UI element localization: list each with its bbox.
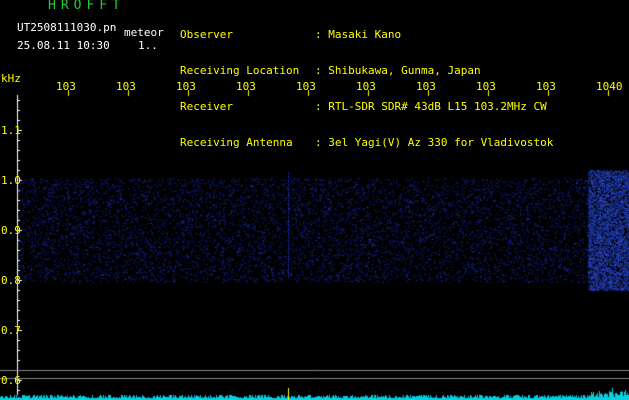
y-tick: 0.7 [1, 324, 21, 337]
y-tick: 1.0 [1, 174, 21, 187]
y-tick: 1.1 [1, 124, 21, 137]
y-tick: 0.8 [1, 274, 21, 287]
x-tick: 103 [296, 80, 316, 93]
antenna-value: : 3el Yagi(V) Az 330 for Vladivostok [315, 136, 554, 149]
location-label: Receiving Location [180, 64, 300, 77]
x-tick: 103 [56, 80, 76, 93]
x-tick: 1040 [596, 80, 623, 93]
x-tick: 103 [116, 80, 136, 93]
extra-label: 1.. [138, 39, 158, 52]
x-tick: 103 [356, 80, 376, 93]
app-title: HROFFT [48, 0, 125, 13]
x-tick: 103 [416, 80, 436, 93]
receiver-label: Receiver [180, 100, 233, 113]
filename-label: UT2508111030.pn [17, 21, 117, 34]
y-tick: 0.6 [1, 374, 21, 387]
observer-value: : Masaki Kano [315, 28, 402, 41]
x-tick: 103 [476, 80, 496, 93]
location-value: : Shibukawa, Gunma, Japan [315, 64, 481, 77]
receiver-value: : RTL-SDR SDR# 43dB L15 103.2MHz CW [315, 100, 547, 113]
x-tick: 103 [236, 80, 256, 93]
x-tick: 103 [176, 80, 196, 93]
unit-label: kHz [1, 72, 21, 85]
observer-label: Observer [180, 28, 233, 41]
datetime-label: 25.08.11 10:30 [17, 39, 110, 52]
mode-label: meteor [124, 26, 164, 39]
antenna-label: Receiving Antenna [180, 136, 293, 149]
x-tick: 103 [536, 80, 556, 93]
y-tick: 0.9 [1, 224, 21, 237]
